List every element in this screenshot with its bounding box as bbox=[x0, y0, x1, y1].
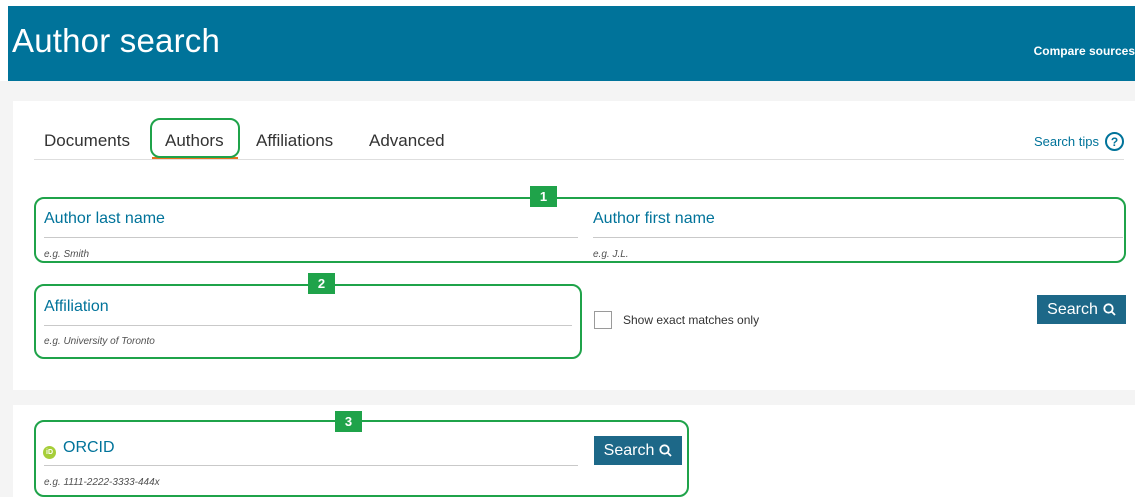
exact-matches-label: Show exact matches only bbox=[623, 313, 760, 327]
search-tips-link[interactable]: Search tips ? bbox=[1034, 132, 1124, 151]
first-name-placeholder: e.g. J.L. bbox=[593, 249, 629, 260]
affiliation-label: Affiliation bbox=[44, 298, 109, 315]
search-icon bbox=[659, 444, 672, 457]
page-header: Author search Compare sources bbox=[8, 6, 1135, 81]
annotation-badge-3: 3 bbox=[335, 411, 362, 432]
search-icon bbox=[1103, 303, 1116, 316]
orcid-icon: iD bbox=[43, 446, 56, 459]
search-button-label: Search bbox=[1047, 300, 1098, 318]
orcid-label: ORCID bbox=[63, 439, 115, 456]
last-name-label: Author last name bbox=[44, 210, 165, 227]
first-name-label: Author first name bbox=[593, 210, 715, 227]
first-name-input[interactable] bbox=[593, 237, 1123, 238]
orcid-search-button[interactable]: Search bbox=[594, 436, 682, 465]
last-name-input[interactable] bbox=[44, 237, 578, 238]
orcid-input[interactable] bbox=[44, 465, 578, 466]
affiliation-input[interactable] bbox=[44, 325, 572, 326]
tab-documents[interactable]: Documents bbox=[44, 131, 130, 151]
exact-matches-checkbox[interactable] bbox=[594, 311, 612, 329]
help-icon: ? bbox=[1105, 132, 1124, 151]
orcid-placeholder: e.g. 1111-2222-3333-444x bbox=[44, 477, 160, 488]
tab-authors[interactable]: Authors bbox=[165, 131, 224, 151]
tabs-divider bbox=[34, 159, 1124, 160]
orcid-search-panel bbox=[13, 405, 1135, 497]
affiliation-placeholder: e.g. University of Toronto bbox=[44, 336, 155, 347]
compare-sources-link[interactable]: Compare sources bbox=[1034, 44, 1135, 58]
page-title: Author search bbox=[12, 22, 221, 59]
tab-affiliations[interactable]: Affiliations bbox=[256, 131, 333, 151]
last-name-placeholder: e.g. Smith bbox=[44, 249, 90, 260]
search-tips-label: Search tips bbox=[1033, 134, 1099, 149]
author-search-button[interactable]: Search bbox=[1037, 295, 1126, 324]
annotation-badge-1: 1 bbox=[530, 186, 557, 207]
tab-advanced[interactable]: Advanced bbox=[369, 131, 445, 151]
orcid-search-button-label: Search bbox=[603, 441, 655, 459]
annotation-badge-2: 2 bbox=[308, 273, 335, 294]
